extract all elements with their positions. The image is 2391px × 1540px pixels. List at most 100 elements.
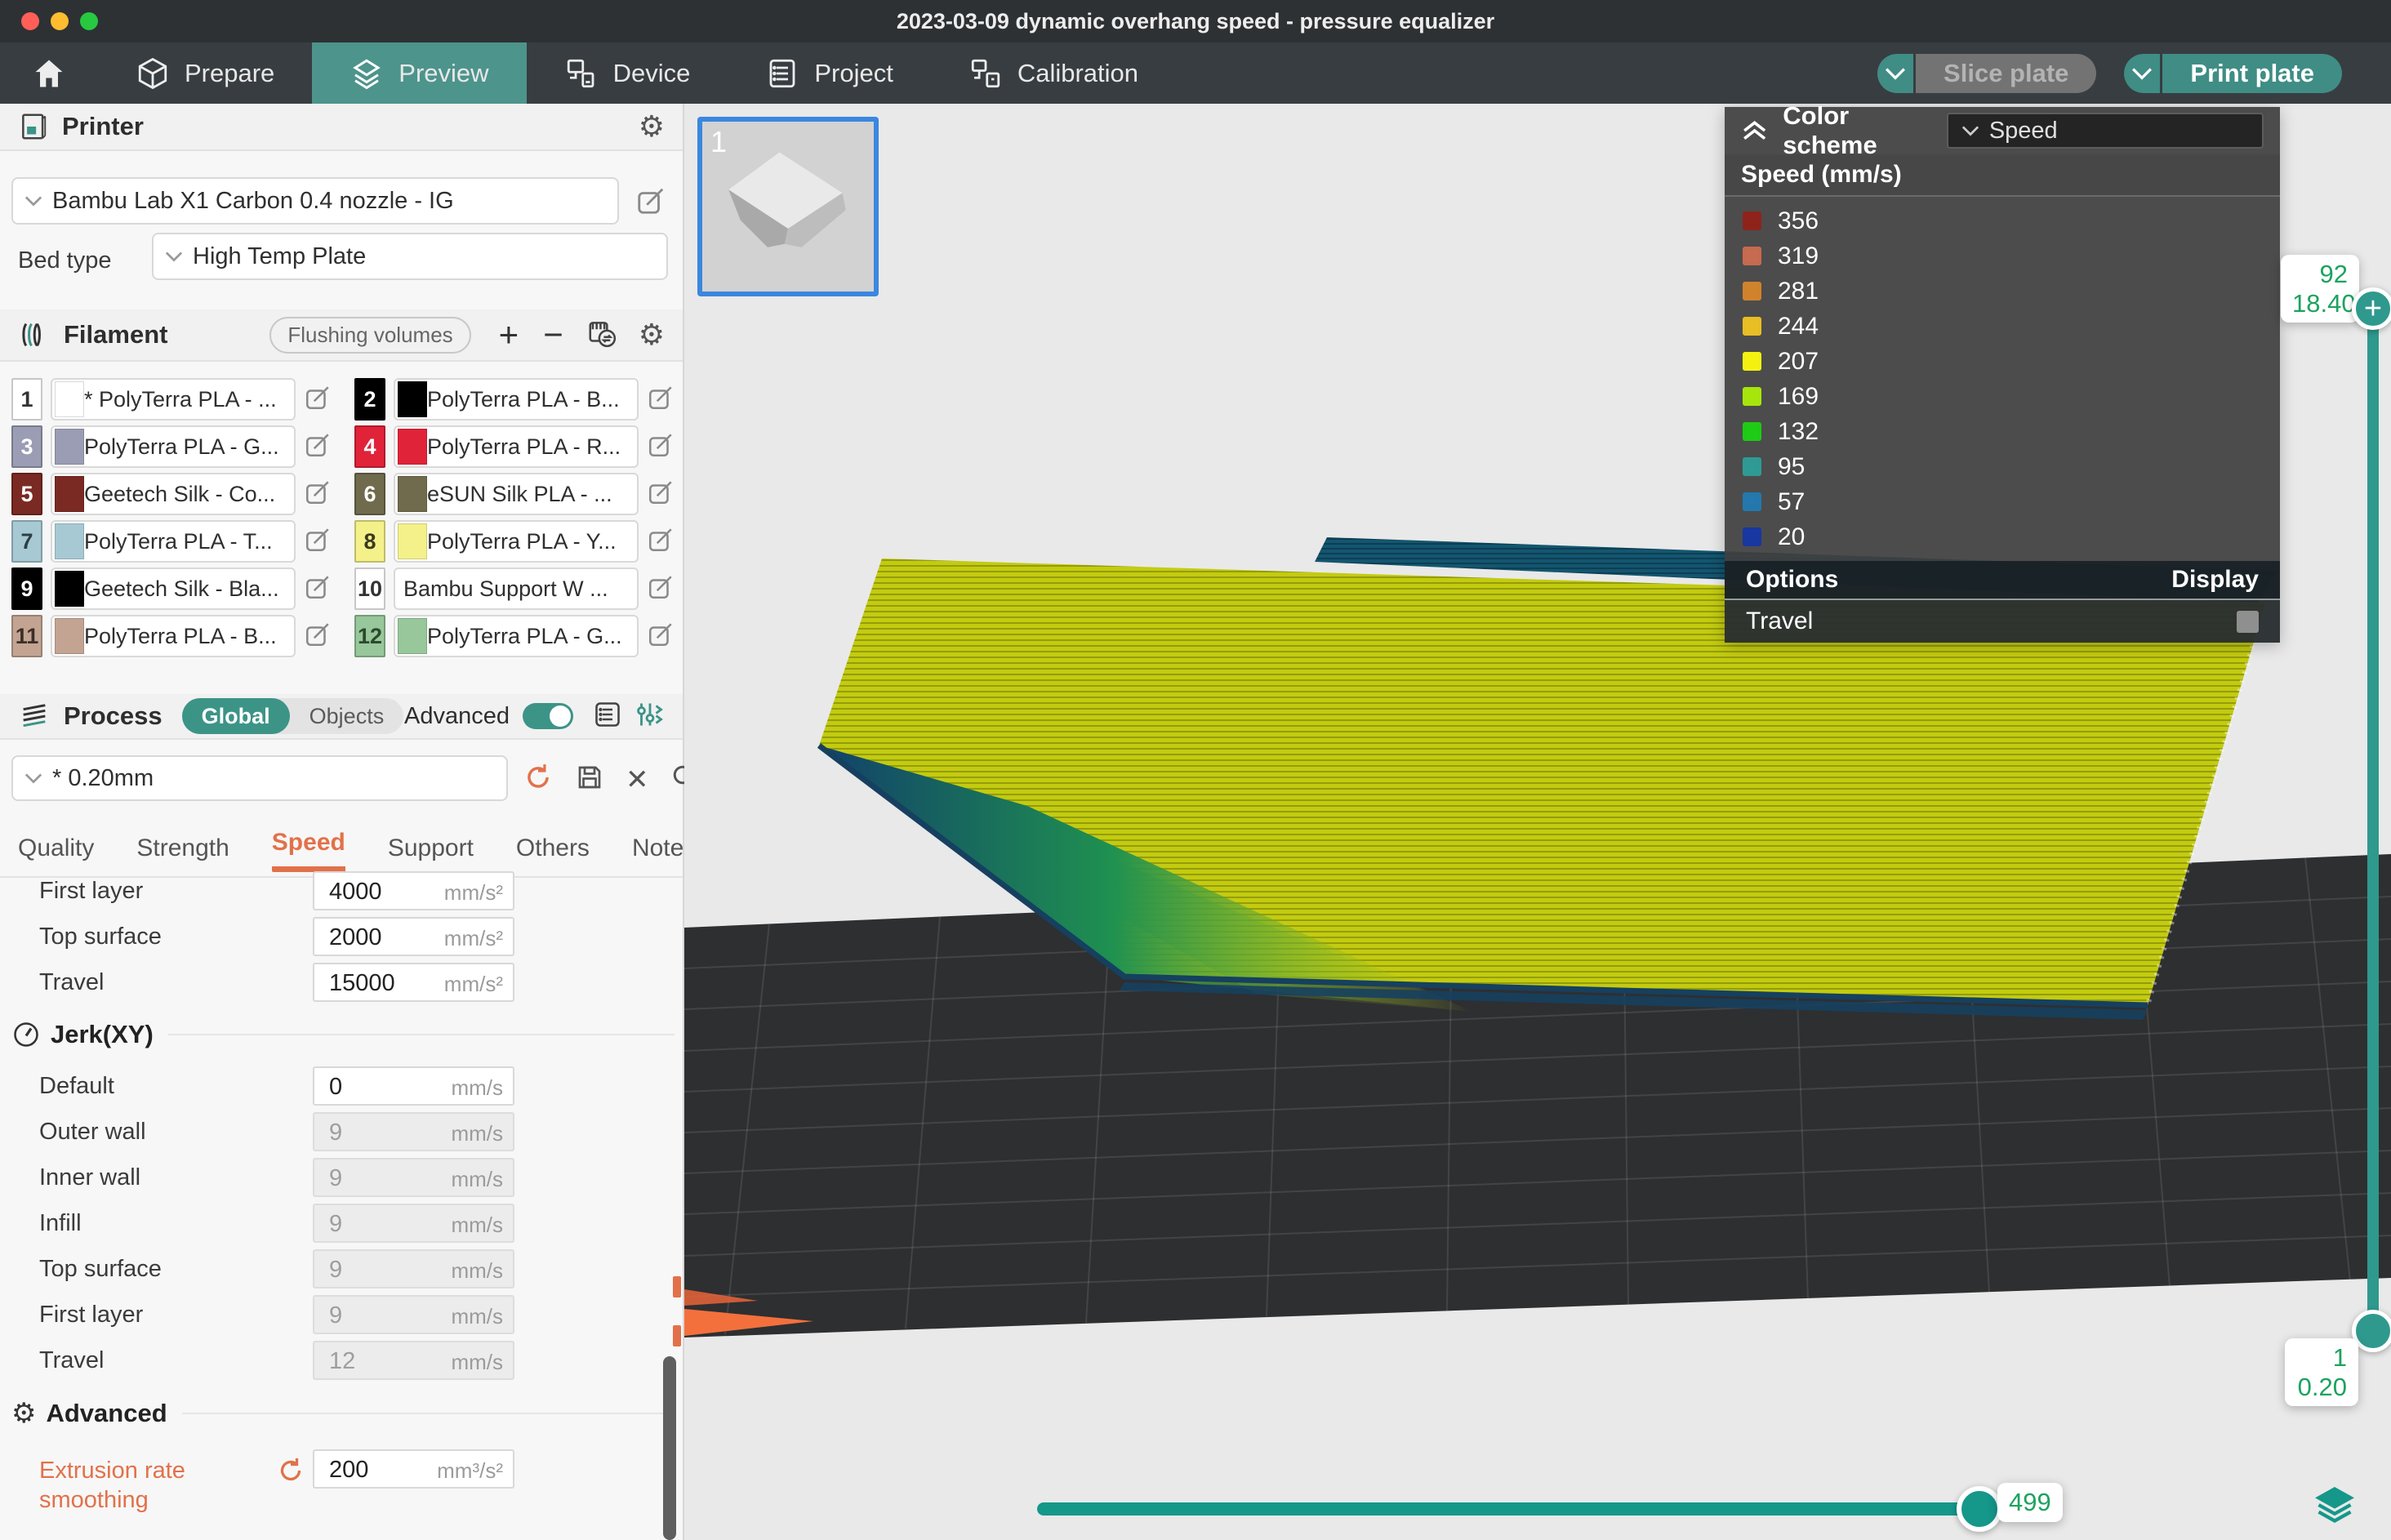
filament-5-badge[interactable]: 5 xyxy=(11,473,42,515)
filament-item-6[interactable]: 6 eSUN Silk PLA - ... xyxy=(354,473,675,515)
edit-printer-preset-button[interactable] xyxy=(635,185,666,220)
filament-item-4[interactable]: 4 PolyTerra PLA - R... xyxy=(354,425,675,468)
maximize-window-button[interactable] xyxy=(80,12,98,30)
edit-filament-10-button[interactable] xyxy=(647,573,675,605)
minimize-window-button[interactable] xyxy=(51,12,69,30)
layers-view-icon[interactable] xyxy=(2313,1484,2356,1530)
filament-10-badge[interactable]: 10 xyxy=(354,567,385,610)
filament-12-badge[interactable]: 12 xyxy=(354,615,385,657)
legend-item: 20 xyxy=(1725,519,2280,554)
filament-settings-gear-icon[interactable]: ⚙ xyxy=(639,320,665,349)
parameter-tune-icon[interactable] xyxy=(635,700,665,733)
move-slider-track[interactable] xyxy=(1037,1502,1983,1516)
sidebar-scrollbar[interactable] xyxy=(663,1356,676,1540)
filament-item-11[interactable]: 11 PolyTerra PLA - B... xyxy=(11,615,332,657)
filament-item-10[interactable]: 10 Bambu Support W ... xyxy=(354,567,675,610)
edit-filament-4-button[interactable] xyxy=(647,431,675,463)
filament-11-badge[interactable]: 11 xyxy=(11,615,42,657)
ams-sync-icon[interactable] xyxy=(586,318,617,353)
print-plate-button[interactable]: Print plate xyxy=(2162,54,2342,93)
flushing-volumes-button[interactable]: Flushing volumes xyxy=(269,317,470,354)
print-plate-dropdown[interactable] xyxy=(2124,54,2160,93)
slice-plate-dropdown[interactable] xyxy=(1877,54,1913,93)
jerk-top-surface-input[interactable]: 9mm/s xyxy=(313,1249,514,1289)
edit-filament-5-button[interactable] xyxy=(304,478,332,510)
tab-calibration[interactable]: Calibration xyxy=(931,42,1176,104)
remove-filament-button[interactable]: − xyxy=(543,321,563,349)
collapse-panel-icon[interactable] xyxy=(1741,118,1768,143)
slice-plate-button[interactable]: Slice plate xyxy=(1916,54,2096,93)
tab-preview[interactable]: Preview xyxy=(312,42,526,104)
filament-item-1[interactable]: 1 * PolyTerra PLA - ... xyxy=(11,378,332,421)
add-filament-button[interactable]: + xyxy=(499,321,519,349)
filament-7-badge[interactable]: 7 xyxy=(11,520,42,563)
jerk-inner-wall-input[interactable]: 9mm/s xyxy=(313,1158,514,1197)
filament-6-badge[interactable]: 6 xyxy=(354,473,385,515)
edit-filament-9-button[interactable] xyxy=(304,573,332,605)
tab-quality[interactable]: Quality xyxy=(18,835,94,872)
preview-3d-viewport[interactable]: 1 Color scheme Speed Speed (mm/s) 356 31… xyxy=(684,104,2391,1540)
jerk-travel-input[interactable]: 12mm/s xyxy=(313,1341,514,1380)
edit-filament-8-button[interactable] xyxy=(647,526,675,558)
printer-preset-select[interactable]: Bambu Lab X1 Carbon 0.4 nozzle - IG xyxy=(11,177,619,225)
reset-value-icon[interactable] xyxy=(276,1456,305,1489)
filament-section-header: Filament Flushing volumes + − ⚙ xyxy=(0,309,683,362)
tab-speed[interactable]: Speed xyxy=(272,829,345,872)
jerk-outer-wall-input[interactable]: 9mm/s xyxy=(313,1112,514,1151)
advanced-mode-toggle[interactable] xyxy=(523,703,573,729)
edit-filament-12-button[interactable] xyxy=(647,621,675,652)
layer-range-slider[interactable] xyxy=(2367,309,2379,1331)
save-preset-icon[interactable] xyxy=(575,763,604,796)
reset-preset-icon[interactable] xyxy=(523,762,554,797)
home-button[interactable] xyxy=(0,42,98,104)
jerk-default-input[interactable]: 0mm/s xyxy=(313,1066,514,1106)
filament-3-badge[interactable]: 3 xyxy=(11,425,42,468)
filament-section-title: Filament xyxy=(64,320,167,349)
tab-prepare[interactable]: Prepare xyxy=(98,42,312,104)
jerk-first-layer-input[interactable]: 9mm/s xyxy=(313,1295,514,1334)
scope-objects-button[interactable]: Objects xyxy=(290,698,404,734)
tab-strength[interactable]: Strength xyxy=(136,835,229,872)
edit-filament-6-button[interactable] xyxy=(647,478,675,510)
close-search-icon[interactable]: ✕ xyxy=(626,763,649,796)
parameter-list-icon[interactable] xyxy=(593,700,622,733)
accel-travel-input[interactable]: 15000mm/s² xyxy=(313,963,514,1002)
extrusion-rate-smoothing-input[interactable]: 200mm³/s² xyxy=(313,1449,514,1489)
accel-first-layer-input[interactable]: 4000mm/s² xyxy=(313,871,514,910)
filament-4-badge[interactable]: 4 xyxy=(354,425,385,468)
edit-filament-1-button[interactable] xyxy=(304,384,332,416)
filament-1-badge[interactable]: 1 xyxy=(11,378,42,421)
printer-settings-gear-icon[interactable]: ⚙ xyxy=(639,112,665,141)
bed-type-select[interactable]: High Temp Plate xyxy=(152,233,668,280)
filament-item-12[interactable]: 12 PolyTerra PLA - G... xyxy=(354,615,675,657)
edit-filament-7-button[interactable] xyxy=(304,526,332,558)
window-controls[interactable] xyxy=(21,12,98,30)
tab-others[interactable]: Others xyxy=(516,835,590,872)
filament-item-9[interactable]: 9 Geetech Silk - Bla... xyxy=(11,567,332,610)
process-preset-select[interactable]: * 0.20mm xyxy=(11,755,508,801)
plate-thumbnail-1[interactable]: 1 xyxy=(697,117,879,296)
filament-2-badge[interactable]: 2 xyxy=(354,378,385,421)
filament-item-2[interactable]: 2 PolyTerra PLA - B... xyxy=(354,378,675,421)
tab-support[interactable]: Support xyxy=(388,835,474,872)
close-window-button[interactable] xyxy=(21,12,39,30)
tab-device[interactable]: Device xyxy=(527,42,728,104)
filament-item-7[interactable]: 7 PolyTerra PLA - T... xyxy=(11,520,332,563)
jerk-infill-input[interactable]: 9mm/s xyxy=(313,1204,514,1243)
layer-slider-top-handle[interactable]: + xyxy=(2352,287,2391,330)
edit-filament-2-button[interactable] xyxy=(647,384,675,416)
move-slider-handle[interactable] xyxy=(1957,1486,2002,1532)
filament-item-5[interactable]: 5 Geetech Silk - Co... xyxy=(11,473,332,515)
filament-9-badge[interactable]: 9 xyxy=(11,567,42,610)
travel-display-checkbox[interactable] xyxy=(2237,611,2259,633)
edit-filament-11-button[interactable] xyxy=(304,621,332,652)
legend-item: 207 xyxy=(1725,344,2280,379)
tab-project[interactable]: Project xyxy=(728,42,930,104)
accel-top-surface-input[interactable]: 2000mm/s² xyxy=(313,917,514,956)
filament-8-badge[interactable]: 8 xyxy=(354,520,385,563)
scope-global-button[interactable]: Global xyxy=(182,698,290,734)
filament-item-3[interactable]: 3 PolyTerra PLA - G... xyxy=(11,425,332,468)
color-scheme-select[interactable]: Speed xyxy=(1947,113,2264,149)
filament-item-8[interactable]: 8 PolyTerra PLA - Y... xyxy=(354,520,675,563)
edit-filament-3-button[interactable] xyxy=(304,431,332,463)
